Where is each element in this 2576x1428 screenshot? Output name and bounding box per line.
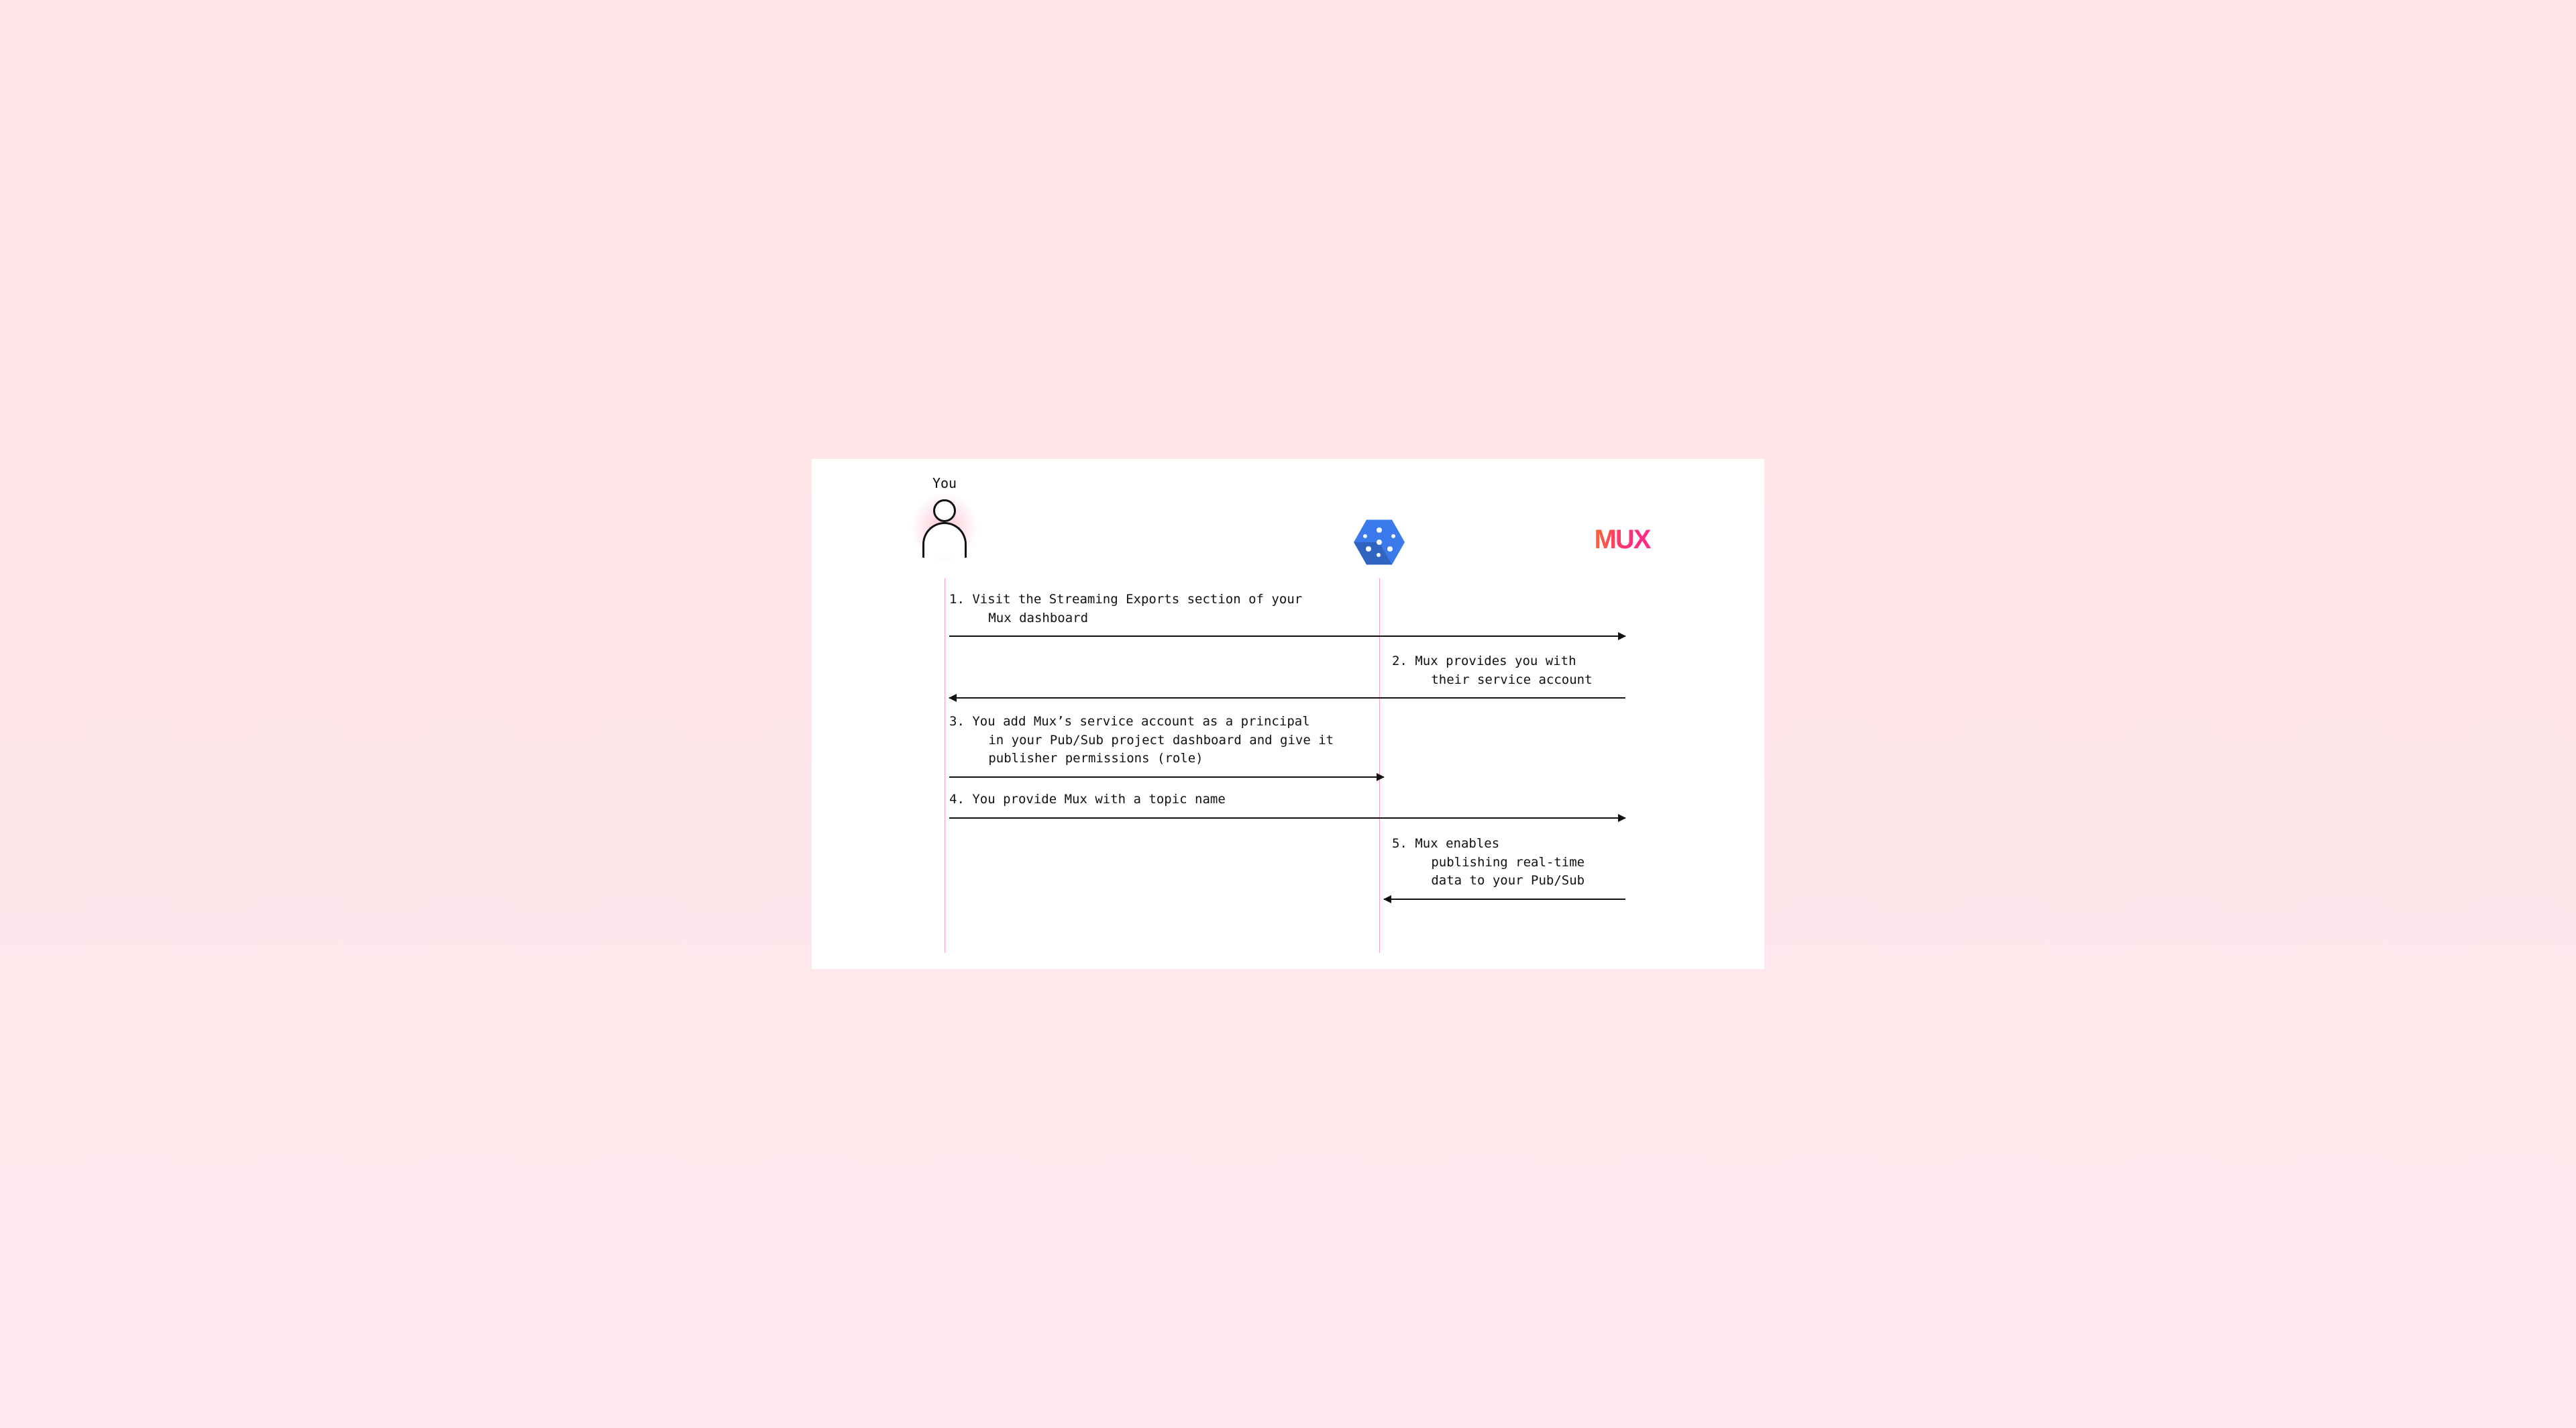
step-2-text: 2. Mux provides you with their service a… (1392, 652, 1651, 689)
step-4: 4. You provide Mux with a topic name (949, 790, 1625, 821)
step-2: 2. Mux provides you with their service a… (949, 652, 1625, 701)
step-3-text: 3. You add Mux’s service account as a pr… (949, 713, 1625, 768)
arrow-left-icon (949, 695, 1625, 701)
arrow-right-icon (949, 774, 1384, 780)
sequence-diagram: You MUX 1. Visit the Streaming Exports s… (812, 459, 1764, 969)
step-1-text: 1. Visit the Streaming Exports section o… (949, 591, 1625, 627)
step-3: 3. You add Mux’s service account as a pr… (949, 713, 1625, 780)
arrow-right-icon (949, 815, 1625, 821)
user-icon (918, 495, 971, 560)
actor-mux: MUX (1582, 526, 1662, 553)
actor-pubsub (1354, 517, 1405, 568)
step-5: 5. Mux enables publishing real-time data… (949, 835, 1625, 903)
pubsub-icon (1354, 517, 1405, 568)
step-5-text: 5. Mux enables publishing real-time data… (1392, 835, 1651, 890)
mux-logo-icon: MUX (1582, 526, 1662, 553)
arrow-left-icon (1384, 896, 1625, 903)
step-4-text: 4. You provide Mux with a topic name (949, 790, 1625, 809)
arrow-right-icon (949, 633, 1625, 640)
step-1: 1. Visit the Streaming Exports section o… (949, 591, 1625, 640)
actor-you: You (918, 475, 971, 560)
